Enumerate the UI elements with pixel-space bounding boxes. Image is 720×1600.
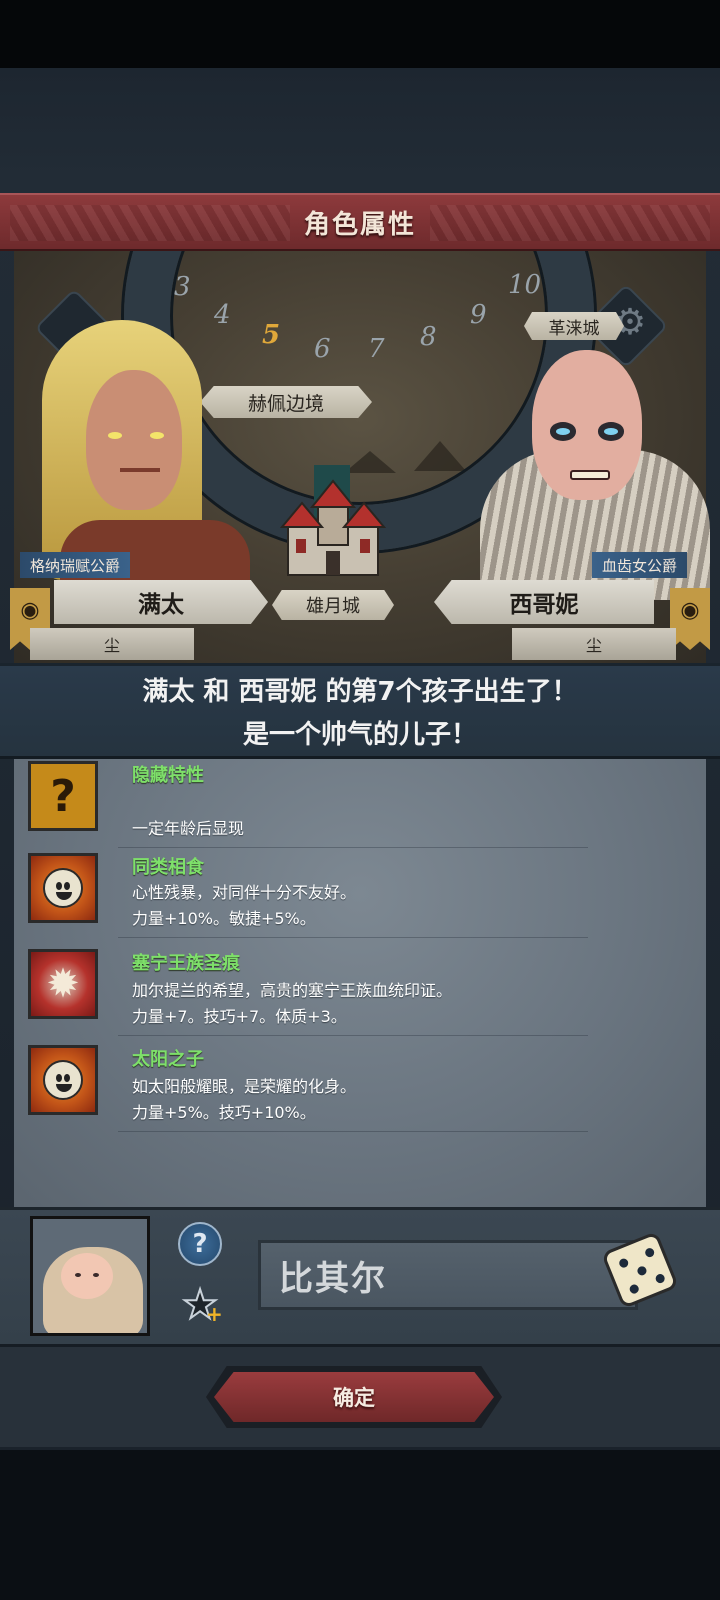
royal-sigil-icon: ✹ xyxy=(28,949,98,1019)
mother-name-plate: 西哥妮 xyxy=(434,580,654,624)
trait-name: 同类相食 xyxy=(132,857,204,878)
trait-item[interactable]: 同类相食 心性残暴，对同伴十分不友好。 力量+10%。敏捷+5%。 xyxy=(28,853,588,949)
mother-house-banner-icon: ◉ xyxy=(670,588,710,650)
trait-item[interactable]: ? 隐藏特性 一定年龄后显现 xyxy=(28,761,588,857)
child-portrait[interactable] xyxy=(30,1216,150,1336)
trait-desc-1: 心性残暴，对同伴十分不友好。 xyxy=(132,883,357,902)
banner-pattern-left xyxy=(10,205,290,241)
trait-list: ? 隐藏特性 一定年龄后显现 同类相食 心性残暴，对同伴十分不友好。 力量+10… xyxy=(14,759,706,1209)
birth-announcement: 满太 和 西哥妮 的第7个孩子出生了！ 是一个帅气的儿子！ xyxy=(0,663,720,759)
mother-sub-label: 尘 xyxy=(512,628,676,660)
dial-number: 10 xyxy=(508,270,542,300)
smiley-sun-icon xyxy=(28,853,98,923)
father-title: 格纳瑞赋公爵 xyxy=(20,552,131,578)
smiley-sun-icon xyxy=(28,1045,98,1115)
navigation-area xyxy=(0,1450,720,1600)
trait-desc-2: 力量+5%。技巧+10%。 xyxy=(132,1103,316,1122)
trait-desc-2: 力量+7。技巧+7。体质+3。 xyxy=(132,1007,347,1026)
dial-number: 8 xyxy=(420,322,437,352)
trait-name: 隐藏特性 xyxy=(132,765,204,786)
dial-number: 7 xyxy=(368,334,385,364)
trait-name: 塞宁王族圣痕 xyxy=(132,953,240,974)
trait-desc-1: 如太阳般耀眼，是荣耀的化身。 xyxy=(132,1077,357,1096)
dial-number: 6 xyxy=(314,334,331,364)
help-icon[interactable]: ? xyxy=(178,1222,222,1266)
dial-number: 9 xyxy=(470,300,487,330)
confirm-button[interactable]: 确定 xyxy=(214,1372,494,1422)
mother-title: 血齿女公爵 xyxy=(592,552,688,578)
page-title: 角色属性 xyxy=(303,209,416,240)
trait-item[interactable]: 太阳之子 如太阳般耀眼，是荣耀的化身。 力量+5%。技巧+10%。 xyxy=(28,1045,588,1141)
plus-icon: + xyxy=(206,1302,223,1326)
trait-item[interactable]: ✹ 塞宁王族圣痕 加尔提兰的希望，高贵的塞宁王族血统印证。 力量+7。技巧+7。… xyxy=(28,949,588,1045)
father-sub-label: 尘 xyxy=(30,628,194,660)
trait-name: 太阳之子 xyxy=(132,1049,204,1070)
trait-desc-2: 一定年龄后显现 xyxy=(132,819,245,838)
trait-desc-1: 加尔提兰的希望，高贵的塞宁王族血统印证。 xyxy=(132,981,453,1000)
father-name-plate: 满太 xyxy=(54,580,268,624)
title-banner: 角色属性 xyxy=(0,193,720,251)
question-icon: ? xyxy=(28,761,98,831)
location-label-castle: 雄月城 xyxy=(272,590,394,620)
castle-icon xyxy=(279,479,387,576)
child-name-input[interactable]: 比其尔 xyxy=(258,1240,638,1310)
announcement-line-2: 是一个帅气的儿子！ xyxy=(242,720,477,750)
announcement-line-1: 满太 和 西哥妮 的第7个孩子出生了！ xyxy=(142,677,578,707)
dial-number: 3 xyxy=(174,272,191,302)
trait-desc-2: 力量+10%。敏捷+5%。 xyxy=(132,909,316,928)
banner-pattern-right xyxy=(430,205,710,241)
status-bar-area xyxy=(0,0,720,68)
